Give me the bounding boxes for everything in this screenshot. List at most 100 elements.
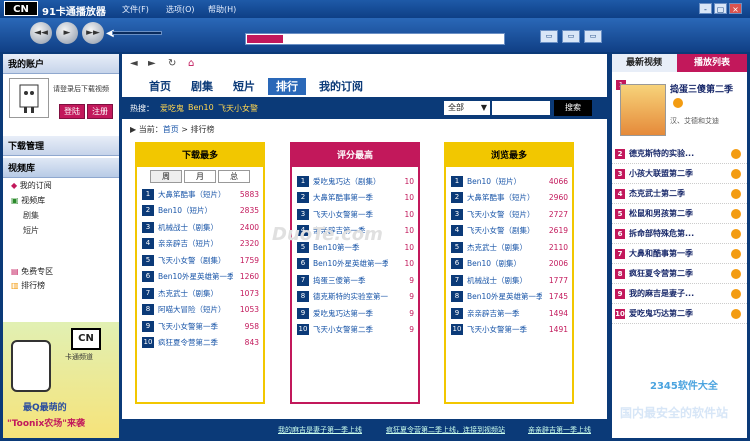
ranking-row[interactable]: 9 亲亲辟吉第一季 1494 bbox=[446, 305, 572, 322]
subtab-month[interactable]: 月 bbox=[184, 170, 216, 183]
rank-title[interactable]: 捣蛋三傻第一季 bbox=[313, 275, 388, 286]
ranking-row[interactable]: 5 飞天小女警（剧集） 1759 bbox=[137, 252, 263, 269]
rank-title[interactable]: 飞天小女警第一季 bbox=[467, 324, 542, 335]
subtab-total[interactable]: 总 bbox=[218, 170, 250, 183]
rank-title[interactable]: 飞天小女警（剧集） bbox=[158, 255, 233, 266]
ranking-row[interactable]: 7 杰克武士（剧集） 1073 bbox=[137, 285, 263, 302]
nav-free-zone[interactable]: ▤ 免费专区 bbox=[3, 264, 61, 279]
new-video-item[interactable]: 4 杰克武士第二季 bbox=[612, 184, 747, 204]
rank-title[interactable]: 飞天小女警第二季 bbox=[313, 324, 388, 335]
rank-title[interactable]: Ben10外星英雄第一季 bbox=[313, 258, 388, 269]
nav-subscriptions[interactable]: ◆ 我的订阅 bbox=[3, 178, 119, 193]
new-video-item[interactable]: 7 大鼻和酷事第一季 bbox=[612, 244, 747, 264]
menu-help[interactable]: 帮助(H) bbox=[208, 4, 236, 15]
new-video-item[interactable]: 2 德克斯特的实验... bbox=[612, 144, 747, 164]
rank-title[interactable]: 德克斯特的实验室第一 bbox=[313, 291, 388, 302]
rank-title[interactable]: 机械战士（剧集） bbox=[158, 222, 233, 233]
new-video-item[interactable]: 6 拆命部特殊危第... bbox=[612, 224, 747, 244]
nav-library[interactable]: ▣ 视频库 bbox=[3, 193, 119, 208]
ranking-row[interactable]: 6 Ben10外星英雄第一季 1260 bbox=[137, 269, 263, 286]
tab-new-videos[interactable]: 最新视频 bbox=[612, 54, 677, 72]
rank-title[interactable]: 大鼻笫酷事第一季 bbox=[313, 192, 388, 203]
ranking-row[interactable]: 3 飞天小女警（短片） 2727 bbox=[446, 206, 572, 223]
ranking-row[interactable]: 5 杰克武士（剧集） 2110 bbox=[446, 239, 572, 256]
ranking-row[interactable]: 2 大鼻笫酷事（短片） 2960 bbox=[446, 190, 572, 207]
refresh-icon[interactable]: ↻ bbox=[168, 58, 176, 69]
tab-shorts[interactable]: 短片 bbox=[226, 78, 262, 95]
rank-title[interactable]: 爱吃鬼巧达第一季 bbox=[313, 308, 388, 319]
download-manager-header[interactable]: 下载管理 bbox=[3, 136, 119, 156]
tab-home[interactable]: 首页 bbox=[142, 78, 178, 95]
nav-ranking[interactable]: ▥ 排行榜 bbox=[3, 278, 53, 293]
back-icon[interactable]: ◄ bbox=[130, 58, 138, 69]
prev-icon[interactable]: ◄◄ bbox=[30, 22, 52, 44]
hot-item[interactable]: 飞天小女警 bbox=[218, 103, 258, 114]
ranking-row[interactable]: 3 机械战士（剧集） 2400 bbox=[137, 219, 263, 236]
search-input[interactable] bbox=[492, 101, 550, 115]
new-video-item[interactable]: 5 松鼠和男孩第二季 bbox=[612, 204, 747, 224]
rank-title[interactable]: 杰克武士（剧集） bbox=[467, 242, 542, 253]
rank-title[interactable]: 飞天小女警第一季 bbox=[158, 321, 233, 332]
new-video-item[interactable]: 10 爱吃鬼巧达第二季 bbox=[612, 304, 747, 324]
rank-title[interactable]: Ben10（短片） bbox=[467, 176, 542, 187]
featured-title[interactable]: 捣蛋三傻第二季 bbox=[670, 82, 746, 95]
rank-title[interactable]: 大鼻笫酷事（短片） bbox=[158, 189, 233, 200]
ranking-row[interactable]: 8 德克斯特的实验室第一 9 bbox=[292, 289, 418, 306]
breadcrumb-home[interactable]: 首页 bbox=[163, 125, 179, 134]
view-mode-3-button[interactable]: ▭ bbox=[584, 30, 602, 43]
register-button[interactable]: 注册 bbox=[87, 104, 113, 119]
rank-title[interactable]: 飞天小女警（短片） bbox=[467, 209, 542, 220]
rank-title[interactable]: 杰克武士（剧集） bbox=[158, 288, 233, 299]
ranking-row[interactable]: 8 Ben10外星英雄第一季 1745 bbox=[446, 289, 572, 306]
new-video-item[interactable]: 8 疯狂夏令营第二季 bbox=[612, 264, 747, 284]
ranking-row[interactable]: 4 亲亲辟吉（短片） 2320 bbox=[137, 236, 263, 253]
new-video-item[interactable]: 9 我的麻吉是妻子... bbox=[612, 284, 747, 304]
ranking-row[interactable]: 2 大鼻笫酷事第一季 10 bbox=[292, 190, 418, 207]
library-header[interactable]: 视频库 bbox=[3, 158, 119, 178]
ranking-row[interactable]: 10 飞天小女警第二季 9 bbox=[292, 322, 418, 339]
search-button[interactable]: 搜索 bbox=[554, 100, 592, 116]
nav-shorts[interactable]: 短片 bbox=[3, 223, 119, 238]
ranking-row[interactable]: 4 飞天小女警（剧集） 2619 bbox=[446, 223, 572, 240]
ranking-row[interactable]: 1 Ben10（短片） 4066 bbox=[446, 173, 572, 190]
tab-subscriptions[interactable]: 我的订阅 bbox=[312, 78, 370, 95]
featured-thumbnail[interactable] bbox=[620, 84, 666, 136]
ranking-row[interactable]: 2 Ben10（短片） 2835 bbox=[137, 203, 263, 220]
rank-title[interactable]: 亲亲辟吉第一季 bbox=[467, 308, 542, 319]
hot-item[interactable]: Ben10 bbox=[188, 103, 214, 112]
close-button[interactable]: × bbox=[729, 3, 742, 14]
forward-icon[interactable]: ► bbox=[148, 58, 156, 69]
status-link[interactable]: 我的麻吉是妻子第一季上线 bbox=[278, 425, 362, 435]
nav-series[interactable]: 剧集 bbox=[3, 208, 119, 223]
status-link[interactable]: 疯狂夏令营第二季上线，连接到视频站 bbox=[386, 425, 505, 435]
rank-title[interactable]: 飞天小女警（剧集） bbox=[467, 225, 542, 236]
hot-item[interactable]: 爱吃鬼 bbox=[160, 103, 184, 114]
tab-playlist[interactable]: 播放列表 bbox=[677, 54, 747, 72]
rank-title[interactable]: Ben10（短片） bbox=[158, 205, 233, 216]
rank-title[interactable]: 阿喵大冒险（短片） bbox=[158, 304, 233, 315]
view-mode-2-button[interactable]: ▭ bbox=[562, 30, 580, 43]
menu-file[interactable]: 文件(F) bbox=[122, 4, 149, 15]
rank-title[interactable]: Ben10（剧集） bbox=[467, 258, 542, 269]
home-icon[interactable]: ⌂ bbox=[188, 58, 194, 69]
status-link[interactable]: 亲亲辟吉第一季上线 bbox=[528, 425, 591, 435]
ranking-row[interactable]: 8 阿喵大冒险（短片） 1053 bbox=[137, 302, 263, 319]
view-mode-1-button[interactable]: ▭ bbox=[540, 30, 558, 43]
ranking-row[interactable]: 3 飞天小女警第一季 10 bbox=[292, 206, 418, 223]
rank-title[interactable]: 疯狂夏令营第二季 bbox=[158, 337, 233, 348]
ranking-row[interactable]: 6 Ben10（剧集） 2006 bbox=[446, 256, 572, 273]
new-video-item[interactable]: 3 小孩大联盟第二季 bbox=[612, 164, 747, 184]
rank-title[interactable]: 机械战士（剧集） bbox=[467, 275, 542, 286]
ranking-row[interactable]: 1 爱吃鬼巧达（剧集） 10 bbox=[292, 173, 418, 190]
tab-series[interactable]: 剧集 bbox=[184, 78, 220, 95]
volume-slider[interactable] bbox=[112, 31, 162, 35]
minimize-button[interactable]: - bbox=[699, 3, 712, 14]
search-category-select[interactable]: 全部 ▼ bbox=[444, 101, 490, 115]
ranking-row[interactable]: 9 爱吃鬼巧达第一季 9 bbox=[292, 305, 418, 322]
promo-banner[interactable]: CN 卡通频道 最Q最萌的 "Toonix农场"来袭 bbox=[3, 320, 119, 438]
subtab-week[interactable]: 周 bbox=[150, 170, 182, 183]
rank-title[interactable]: 大鼻笫酷事（短片） bbox=[467, 192, 542, 203]
ranking-row[interactable]: 7 机械战士（剧集） 1777 bbox=[446, 272, 572, 289]
ranking-row[interactable]: 7 捣蛋三傻第一季 9 bbox=[292, 272, 418, 289]
play-icon[interactable]: ► bbox=[56, 22, 78, 44]
